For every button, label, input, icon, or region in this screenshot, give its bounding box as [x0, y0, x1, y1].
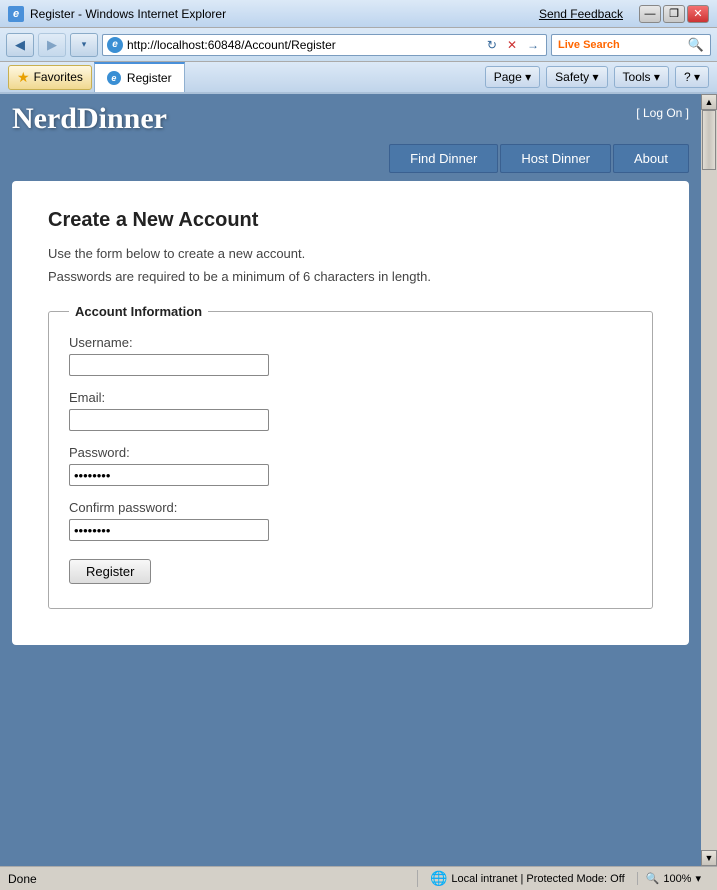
- send-feedback-link[interactable]: Send Feedback: [539, 7, 623, 21]
- zoom-icon: 🔍: [646, 872, 660, 885]
- minimize-button[interactable]: —: [639, 5, 661, 23]
- description-2: Passwords are required to be a minimum o…: [48, 269, 653, 284]
- live-search-button[interactable]: 🔍: [688, 37, 704, 53]
- confirm-password-group: Confirm password:: [69, 500, 632, 541]
- restore-button[interactable]: ❐: [663, 5, 685, 23]
- live-search-logo: Live Search: [558, 39, 620, 51]
- stop-button[interactable]: ✕: [504, 38, 520, 52]
- safety-button[interactable]: Safety ▾: [546, 66, 607, 88]
- address-input-wrap[interactable]: e ↻ ✕ →: [102, 34, 547, 56]
- live-search-input[interactable]: [624, 38, 684, 52]
- fieldset-legend: Account Information: [69, 304, 208, 319]
- account-fieldset: Account Information Username: Email: Pas…: [48, 304, 653, 609]
- username-group: Username:: [69, 335, 632, 376]
- help-button[interactable]: ? ▾: [675, 66, 709, 88]
- globe-icon: 🌐: [430, 870, 447, 887]
- tab-bar: e Register: [94, 62, 483, 92]
- favorites-label: Favorites: [34, 70, 83, 84]
- email-label: Email:: [69, 390, 632, 405]
- status-bar: Done 🌐 Local intranet | Protected Mode: …: [0, 866, 717, 890]
- forward-button[interactable]: ▶: [38, 33, 66, 57]
- status-text: Done: [8, 872, 417, 886]
- content-box: Create a New Account Use the form below …: [12, 181, 689, 645]
- nd-logo: NerdDinner: [12, 102, 167, 136]
- host-dinner-button[interactable]: Host Dinner: [500, 144, 611, 173]
- browser-content: NerdDinner [ Log On ] Find Dinner Host D…: [0, 94, 717, 866]
- status-zoom[interactable]: 🔍 100% ▾: [637, 872, 709, 885]
- window-controls: — ❐ ✕: [639, 5, 709, 23]
- star-icon: ★: [17, 69, 30, 86]
- scrollbar-track[interactable]: [701, 110, 717, 850]
- address-bar: ◀ ▶ ▾ e ↻ ✕ → Live Search 🔍: [0, 28, 717, 62]
- tab-register-label: Register: [127, 71, 172, 85]
- v-scrollbar: ▲ ▼: [701, 94, 717, 866]
- security-text: Local intranet | Protected Mode: Off: [451, 873, 624, 885]
- page-button[interactable]: Page ▾: [485, 66, 540, 88]
- scroll-up-button[interactable]: ▲: [701, 94, 717, 110]
- page-chevron-icon: ▾: [525, 70, 531, 84]
- confirm-password-input[interactable]: [69, 519, 269, 541]
- about-button[interactable]: About: [613, 144, 689, 173]
- email-input[interactable]: [69, 409, 269, 431]
- tools-chevron-icon: ▾: [654, 70, 660, 84]
- email-group: Email:: [69, 390, 632, 431]
- username-input[interactable]: [69, 354, 269, 376]
- scrollbar-thumb[interactable]: [702, 110, 716, 170]
- ie-page: NerdDinner [ Log On ] Find Dinner Host D…: [0, 94, 701, 866]
- password-label: Password:: [69, 445, 632, 460]
- close-button[interactable]: ✕: [687, 5, 709, 23]
- safety-chevron-icon: ▾: [593, 70, 599, 84]
- page-title: Create a New Account: [48, 209, 653, 232]
- nd-header: NerdDinner [ Log On ]: [12, 102, 689, 136]
- title-bar: e Register - Windows Internet Explorer S…: [0, 0, 717, 28]
- go-button[interactable]: →: [524, 38, 542, 52]
- zoom-chevron-icon: ▾: [695, 872, 701, 885]
- tools-button[interactable]: Tools ▾: [614, 66, 669, 88]
- help-chevron-icon: ▾: [694, 70, 700, 84]
- nd-nav: Find Dinner Host Dinner About: [12, 144, 689, 173]
- title-bar-icon: e: [8, 6, 24, 22]
- toolbar: ★ Favorites e Register Page ▾ Safety ▾ T…: [0, 62, 717, 94]
- live-search-wrap[interactable]: Live Search 🔍: [551, 34, 711, 56]
- password-input[interactable]: [69, 464, 269, 486]
- ie-logo: e: [107, 37, 123, 53]
- zoom-text: 100%: [663, 873, 691, 885]
- username-label: Username:: [69, 335, 632, 350]
- find-dinner-button[interactable]: Find Dinner: [389, 144, 498, 173]
- tab-ie-icon: e: [107, 71, 121, 85]
- favorites-button[interactable]: ★ Favorites: [8, 65, 92, 90]
- refresh-button[interactable]: ↻: [484, 38, 500, 52]
- status-security: 🌐 Local intranet | Protected Mode: Off: [417, 870, 637, 887]
- description-1: Use the form below to create a new accou…: [48, 246, 653, 261]
- password-group: Password:: [69, 445, 632, 486]
- back-button[interactable]: ◀: [6, 33, 34, 57]
- toolbar-right: Page ▾ Safety ▾ Tools ▾ ? ▾: [485, 66, 709, 88]
- dropdown-button[interactable]: ▾: [70, 33, 98, 57]
- main-scroll-area: NerdDinner [ Log On ] Find Dinner Host D…: [0, 94, 701, 866]
- address-input[interactable]: [127, 38, 480, 52]
- scroll-down-button[interactable]: ▼: [701, 850, 717, 866]
- title-bar-text: Register - Windows Internet Explorer: [30, 7, 539, 21]
- ie-page-inner: NerdDinner [ Log On ] Find Dinner Host D…: [0, 94, 701, 866]
- register-button[interactable]: Register: [69, 559, 151, 584]
- login-link[interactable]: [ Log On ]: [636, 106, 689, 120]
- confirm-password-label: Confirm password:: [69, 500, 632, 515]
- tab-register[interactable]: e Register: [94, 62, 185, 92]
